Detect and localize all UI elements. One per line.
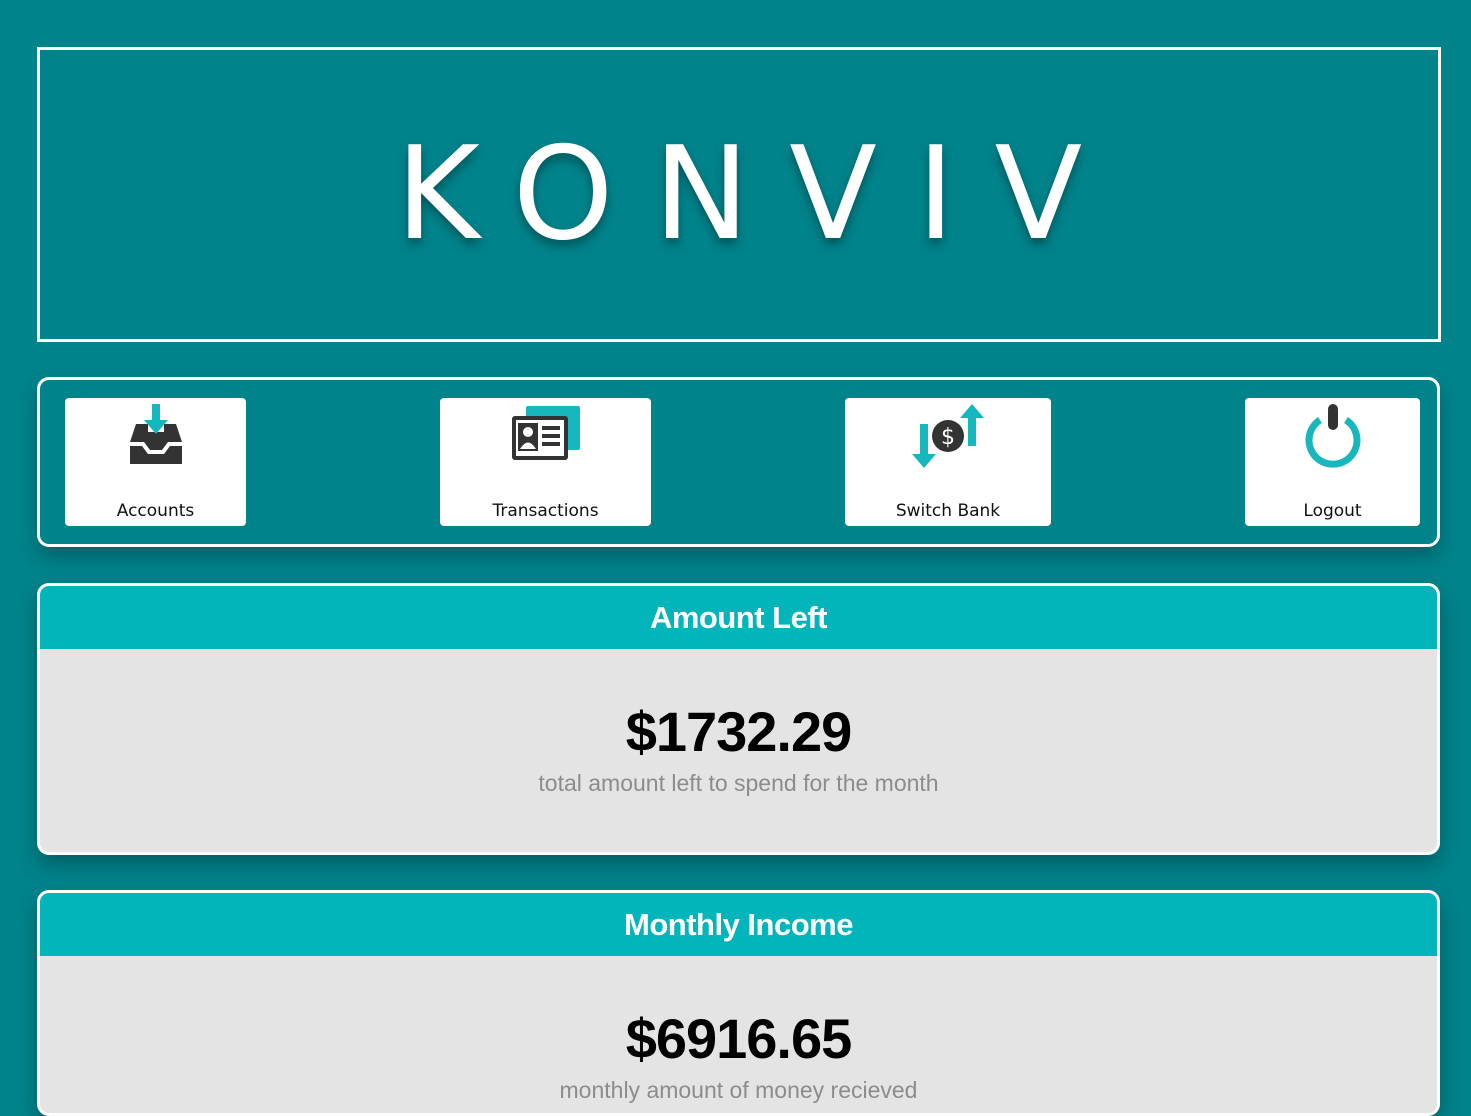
nav-accounts-button[interactable]: Accounts <box>65 398 246 526</box>
monthly-income-caption: monthly amount of money recieved <box>559 1077 918 1103</box>
amount-left-panel: Amount Left $1732.29 total amount left t… <box>37 583 1440 855</box>
monthly-income-value: $6916.65 <box>625 1007 853 1070</box>
amount-left-value: $1732.29 <box>625 700 853 763</box>
inbox-download-icon <box>126 402 186 473</box>
monthly-income-title: Monthly Income <box>40 893 1437 956</box>
nav-logout-button[interactable]: Logout <box>1245 398 1420 526</box>
nav-transactions-button[interactable]: Transactions <box>440 398 651 526</box>
nav-bar: Accounts Transactions $ Switch Bank Logo… <box>37 377 1440 547</box>
exchange-dollar-icon: $ <box>910 402 986 479</box>
power-icon <box>1300 402 1366 473</box>
id-card-icon <box>510 402 582 469</box>
monthly-income-panel: Monthly Income $6916.65 monthly amount o… <box>37 890 1440 1116</box>
nav-switch-bank-label: Switch Bank <box>895 501 1001 521</box>
nav-accounts-label: Accounts <box>116 501 195 521</box>
nav-logout-label: Logout <box>1303 501 1362 521</box>
amount-left-caption: total amount left to spend for the month <box>538 770 939 796</box>
brand-title: KONVIV <box>395 120 1123 269</box>
amount-left-title: Amount Left <box>40 586 1437 649</box>
brand-header: KONVIV <box>37 47 1441 342</box>
svg-text:$: $ <box>941 425 955 450</box>
nav-switch-bank-button[interactable]: $ Switch Bank <box>845 398 1051 526</box>
nav-transactions-label: Transactions <box>492 501 599 521</box>
